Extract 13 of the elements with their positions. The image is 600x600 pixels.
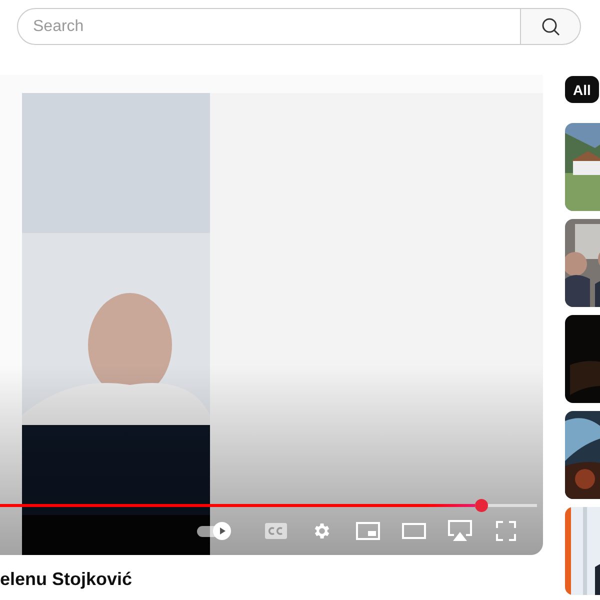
- video-title: elenu Stojković: [0, 569, 134, 590]
- filter-chip[interactable]: All: [565, 76, 599, 103]
- theater-mode-icon: [402, 523, 426, 539]
- settings-icon: [312, 521, 332, 541]
- search-icon: [540, 16, 560, 36]
- autoplay-toggle[interactable]: [197, 522, 231, 540]
- search-button[interactable]: [521, 8, 581, 45]
- subtitles-icon: [265, 523, 287, 539]
- miniplayer-icon: [356, 522, 380, 540]
- play-icon: [217, 526, 227, 536]
- airplay-icon: [447, 520, 473, 542]
- fullscreen-icon: [496, 521, 516, 541]
- search-field[interactable]: Search: [17, 8, 521, 45]
